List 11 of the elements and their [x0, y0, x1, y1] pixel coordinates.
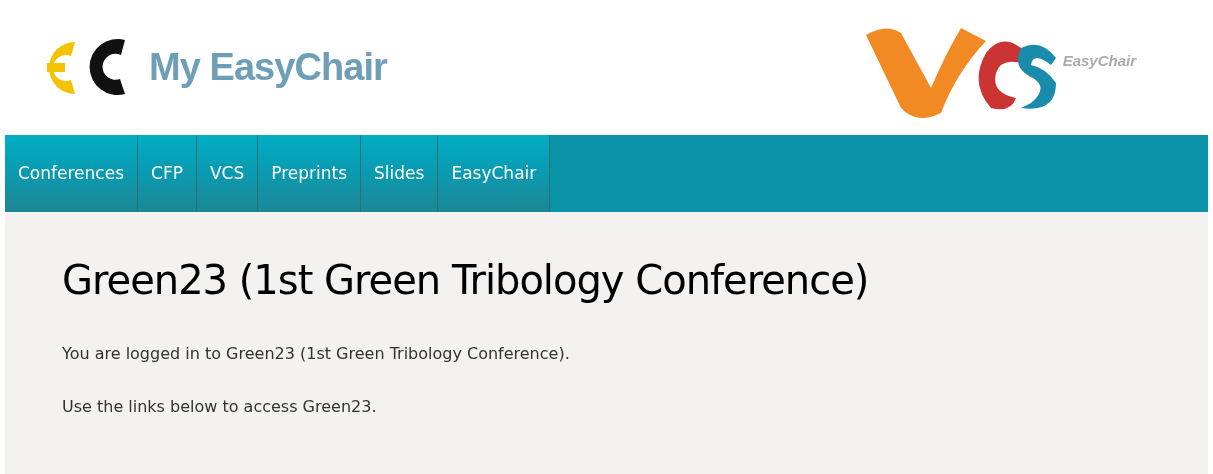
nav-tab[interactable]: Conferences	[5, 135, 138, 212]
page-heading: Green23 (1st Green Tribology Conference)	[62, 256, 870, 305]
info-text: Use the links below to access Green23.	[62, 397, 378, 417]
site-title: My EasyChair	[149, 45, 387, 90]
nav-tab[interactable]: EasyChair	[438, 135, 551, 212]
info-text: You are logged in to Green23 (1st Green Tribology Conference).	[62, 344, 571, 364]
nav-tab[interactable]: Preprints	[258, 135, 362, 212]
nav-tab[interactable]: CFP	[138, 135, 197, 212]
nav-tab[interactable]: VCS	[196, 135, 259, 212]
logo-text: EasyChair	[1062, 51, 1136, 72]
nav-tab[interactable]: Slides	[361, 135, 439, 212]
